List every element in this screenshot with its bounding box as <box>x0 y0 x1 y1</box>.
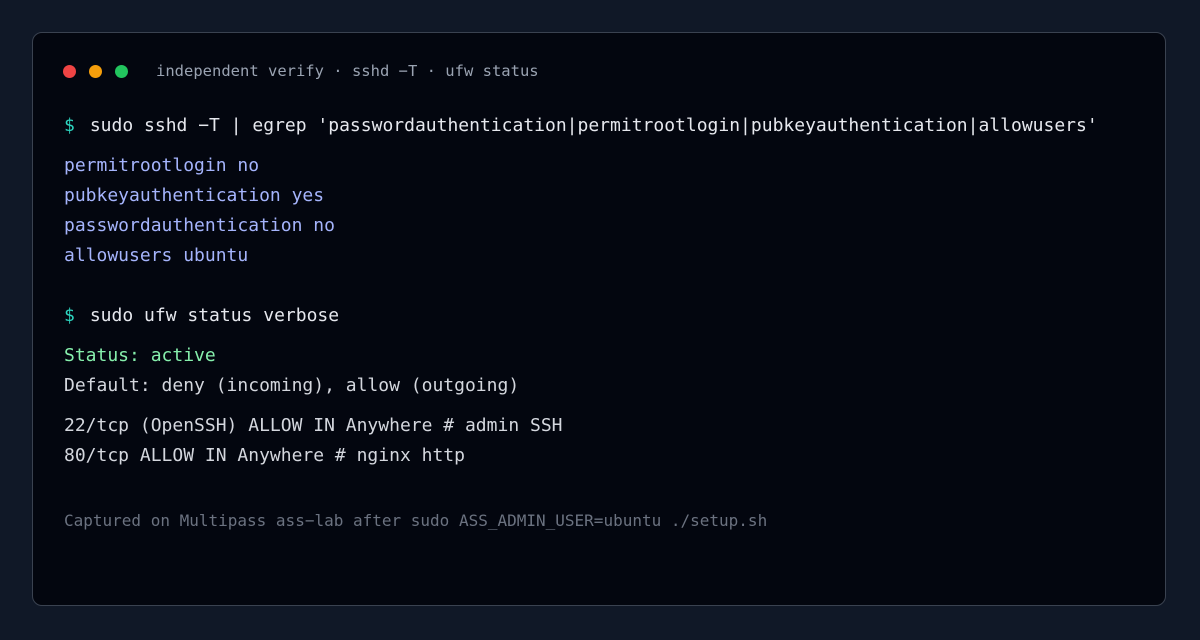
close-window-button[interactable] <box>63 64 76 78</box>
command-text: sudo sshd −T | egrep 'passwordauthentica… <box>89 115 1098 136</box>
ufw-default-line: Default: deny (incoming), allow (outgoin… <box>64 375 520 396</box>
command-text: sudo ufw status verbose <box>89 305 340 326</box>
terminal-window: independent verify · sshd −T · ufw statu… <box>32 32 1166 606</box>
maximize-window-button[interactable] <box>115 64 128 78</box>
ufw-status-line: Status: active <box>64 345 216 366</box>
sshd-output-line: pubkeyauthentication yes <box>64 185 325 206</box>
prompt-symbol: $ <box>64 115 75 136</box>
command-line-sshd: $ sudo sshd −T | egrep 'passwordauthentic… <box>64 111 1145 141</box>
ufw-rule-line: 22/tcp (OpenSSH) ALLOW IN Anywhere # adm… <box>64 415 563 436</box>
sshd-output-line: allowusers ubuntu <box>64 245 249 266</box>
command-line-ufw: $ sudo ufw status verbose <box>64 301 1145 331</box>
sshd-output-line: passwordauthentication no <box>64 215 335 236</box>
capture-note: Captured on Multipass ass−lab after sudo… <box>64 511 768 530</box>
window-title: independent verify · sshd −T · ufw statu… <box>156 62 539 80</box>
terminal-output[interactable]: $ sudo sshd −T | egrep 'passwordauthentic… <box>64 111 1145 533</box>
title-bar: independent verify · sshd −T · ufw statu… <box>63 62 539 80</box>
sshd-output-line: permitrootlogin no <box>64 155 260 176</box>
minimize-window-button[interactable] <box>89 64 102 78</box>
ufw-rule-line: 80/tcp ALLOW IN Anywhere # nginx http <box>64 445 465 466</box>
prompt-symbol: $ <box>64 305 75 326</box>
